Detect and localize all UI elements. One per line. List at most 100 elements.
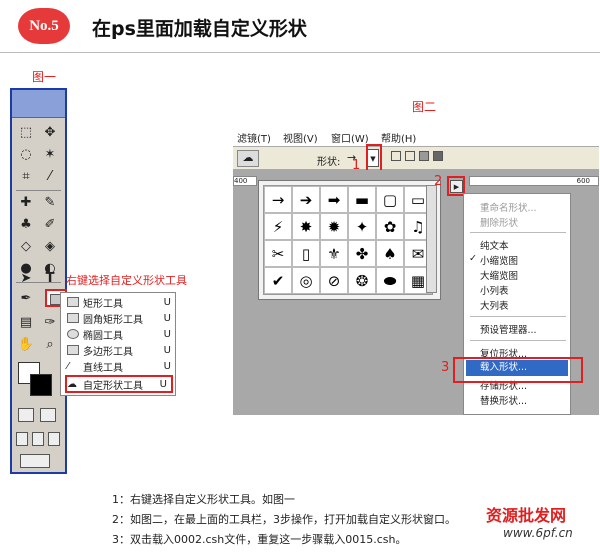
paint-bucket-icon[interactable]: ◈ bbox=[40, 238, 60, 256]
shape-picker-scrollbar[interactable] bbox=[426, 185, 437, 293]
ruler-right: 600 bbox=[469, 176, 599, 186]
menu-small-thumbnail[interactable]: 小缩览图 bbox=[469, 253, 570, 267]
shape-cell[interactable]: ◎ bbox=[292, 267, 320, 294]
line-icon: ⁄ bbox=[67, 361, 69, 372]
shape-label: 形状: bbox=[317, 157, 341, 168]
brush-tool-icon[interactable]: ✎ bbox=[40, 194, 60, 212]
custom-shape-picker: → ➔ ➡ ▬ ▢ ▭ ⚡ ✸ ✹ ✦ ✿ ♫ ✂ ▯ ⚜ ✤ ♠ ✉ ✔ ◎ ⊘ ❂ ⬬ ▦ bbox=[258, 180, 441, 300]
standard-mode-button[interactable] bbox=[18, 408, 34, 422]
clone-stamp-icon[interactable]: ♣ bbox=[16, 216, 36, 234]
rounded-rect-icon bbox=[67, 313, 79, 323]
menu-rename-shape: 重命名形状... bbox=[480, 203, 537, 214]
tool-preset-icon[interactable]: ☁ bbox=[237, 150, 259, 167]
type-tool-icon[interactable]: T bbox=[40, 270, 60, 288]
instruction-1: 1：右键选择自定义形状工具。如图一 bbox=[112, 493, 295, 506]
eyedropper-icon[interactable]: ✑ bbox=[40, 314, 60, 332]
menu-item-custom-shape[interactable]: ☁ 自定形状工具 U bbox=[65, 375, 173, 393]
menu-item-polygon[interactable]: 多边形工具 U bbox=[67, 343, 175, 358]
combine-mode-2-icon[interactable] bbox=[405, 151, 415, 161]
menu-delete-shape: 删除形状 bbox=[480, 218, 519, 229]
shape-cell[interactable]: ✹ bbox=[320, 213, 348, 240]
shape-cell[interactable]: ➔ bbox=[292, 186, 320, 213]
shape-cell[interactable]: ✔ bbox=[264, 267, 292, 294]
menu-item-rounded-rectangle[interactable]: 圆角矩形工具 U bbox=[67, 311, 175, 326]
menu-large-list[interactable]: 大列表 bbox=[480, 298, 570, 312]
zoom-tool-icon[interactable]: ⌕ bbox=[40, 336, 60, 354]
menu-item-ellipse[interactable]: 椭圆工具 U bbox=[67, 327, 175, 342]
quickmask-mode-button[interactable] bbox=[40, 408, 56, 422]
menu-replace-shapes[interactable]: 替换形状... bbox=[480, 393, 570, 407]
ellipse-icon bbox=[67, 329, 79, 339]
shape-cell[interactable]: ✿ bbox=[376, 213, 404, 240]
figure1-annotation: 右键选择自定义形状工具 bbox=[66, 274, 187, 287]
step3-highlight bbox=[453, 357, 583, 383]
shape-cell[interactable]: ⬬ bbox=[376, 267, 404, 294]
page-title: 在ps里面加载自定义形状 bbox=[92, 18, 307, 40]
menu-preset-manager[interactable]: 预设管理器... bbox=[480, 322, 570, 336]
path-select-icon[interactable]: ➤ bbox=[16, 270, 36, 288]
shape-cell[interactable]: ✸ bbox=[292, 213, 320, 240]
shape-grid: → ➔ ➡ ▬ ▢ ▭ ⚡ ✸ ✹ ✦ ✿ ♫ ✂ ▯ ⚜ ✤ ♠ ✉ ✔ ◎ ⊘ ❂ ⬬ ▦ bbox=[263, 185, 433, 295]
hand-tool-icon[interactable]: ✋ bbox=[16, 336, 36, 354]
custom-shape-icon: ☁ bbox=[67, 379, 77, 390]
notes-tool-icon[interactable]: ▤ bbox=[16, 314, 36, 332]
rectangle-icon bbox=[67, 297, 79, 307]
photoshop-toolbox: ⬚ ✥ ◌ ✶ ⌗ ⁄ ✚ ✎ ♣ ✐ ◇ ◈ ● ◐ ➤ T ✒ ▤ ✑ ✋ … bbox=[10, 88, 67, 474]
slice-tool-icon[interactable]: ⁄ bbox=[40, 168, 60, 186]
shape-cell[interactable]: ✤ bbox=[348, 240, 376, 267]
eraser-tool-icon[interactable]: ◇ bbox=[16, 238, 36, 256]
menu-small-list[interactable]: 小列表 bbox=[480, 283, 570, 297]
shape-cell[interactable]: ▬ bbox=[348, 186, 376, 213]
shape-cell[interactable]: ⚡ bbox=[264, 213, 292, 240]
shape-cell[interactable]: ▢ bbox=[376, 186, 404, 213]
shape-cell[interactable]: → bbox=[264, 186, 292, 213]
screen-mode-2-button[interactable] bbox=[32, 432, 44, 446]
shape-cell[interactable]: ❂ bbox=[348, 267, 376, 294]
magic-wand-icon[interactable]: ✶ bbox=[40, 146, 60, 164]
polygon-icon bbox=[67, 345, 79, 355]
watermark-brand: 资源批发网 bbox=[486, 506, 567, 525]
screen-mode-3-button[interactable] bbox=[48, 432, 60, 446]
shape-tool-context-menu: 矩形工具 U 圆角矩形工具 U 椭圆工具 U 多边形工具 U ⁄ 直线工具 U ☁ 自定形状工… bbox=[60, 292, 176, 396]
jump-to-imageready-button[interactable] bbox=[20, 454, 50, 468]
combine-mode-1-icon[interactable] bbox=[391, 151, 401, 161]
screen-mode-1-button[interactable] bbox=[16, 432, 28, 446]
lasso-tool-icon[interactable]: ◌ bbox=[16, 146, 36, 164]
menu-item-rectangle[interactable]: 矩形工具 U bbox=[67, 295, 175, 310]
crop-tool-icon[interactable]: ⌗ bbox=[16, 168, 36, 186]
step-badge: No.5 bbox=[18, 8, 70, 44]
history-brush-icon[interactable]: ✐ bbox=[40, 216, 60, 234]
shape-cell[interactable]: ▯ bbox=[292, 240, 320, 267]
ruler-left: 400 bbox=[233, 176, 257, 186]
background-color-swatch[interactable] bbox=[30, 374, 52, 396]
menu-filter[interactable]: 滤镜(T) bbox=[237, 130, 271, 145]
shape-cell[interactable]: ✂ bbox=[264, 240, 292, 267]
divider bbox=[0, 52, 600, 53]
shape-cell[interactable]: ⚜ bbox=[320, 240, 348, 267]
toolbox-header bbox=[12, 90, 65, 118]
combine-mode-3-icon[interactable] bbox=[419, 151, 429, 161]
shape-cell[interactable]: ♠ bbox=[376, 240, 404, 267]
menu-view[interactable]: 视图(V) bbox=[283, 130, 318, 145]
photoshop-menubar: 滤镜(T) 视图(V) 窗口(W) 帮助(H) bbox=[233, 126, 599, 146]
instruction-2: 2：如图二，在最上面的工具栏，3步操作，打开加载自定义形状窗口。 bbox=[112, 513, 456, 526]
figure2-label: 图二 bbox=[412, 100, 437, 114]
move-tool-icon[interactable]: ✥ bbox=[40, 124, 60, 142]
menu-large-thumbnail[interactable]: 大缩览图 bbox=[480, 268, 570, 282]
healing-brush-icon[interactable]: ✚ bbox=[16, 194, 36, 212]
menu-item-line[interactable]: ⁄ 直线工具 U bbox=[67, 359, 175, 374]
combine-mode-4-icon[interactable] bbox=[433, 151, 443, 161]
step2-number: 2 bbox=[434, 174, 443, 189]
shape-cell[interactable]: ➡ bbox=[320, 186, 348, 213]
figure1-label: 图一 bbox=[32, 70, 57, 84]
menu-text-only[interactable]: 纯文本 bbox=[480, 238, 570, 252]
instruction-3: 3：双击载入0002.csh文件，重复这一步骤载入0015.csh。 bbox=[112, 533, 407, 546]
menu-help[interactable]: 帮助(H) bbox=[381, 130, 416, 145]
instructions: 1：右键选择自定义形状工具。如图一 2：如图二，在最上面的工具栏，3步操作，打开… bbox=[112, 490, 456, 550]
pen-tool-icon[interactable]: ✒ bbox=[16, 290, 36, 308]
marquee-tool-icon[interactable]: ⬚ bbox=[16, 124, 36, 142]
menu-window[interactable]: 窗口(W) bbox=[331, 130, 369, 145]
shape-cell[interactable]: ⊘ bbox=[320, 267, 348, 294]
shape-cell[interactable]: ✦ bbox=[348, 213, 376, 240]
options-bar: ☁ 形状: → ▼ bbox=[233, 146, 599, 170]
